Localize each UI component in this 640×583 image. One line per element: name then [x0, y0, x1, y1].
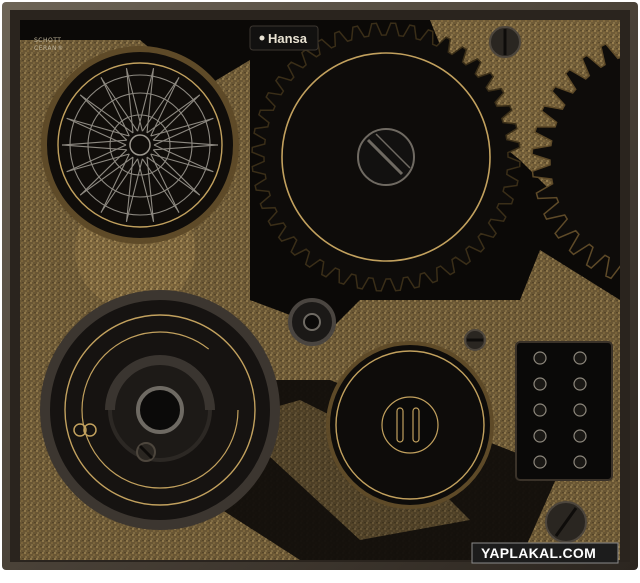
- cooktop-photo: Hansa SCHOTT CERAN® YAPLAKAL.COM: [2, 2, 638, 570]
- plus-icon[interactable]: [573, 429, 587, 443]
- settings-icon[interactable]: [573, 455, 587, 469]
- cooking-zone-front-right: [326, 341, 494, 509]
- watermark: YAPLAKAL.COM: [471, 542, 619, 564]
- zone-rear-right-icon[interactable]: [573, 377, 587, 391]
- timer-icon[interactable]: [573, 403, 587, 417]
- schott-ceran-logo: SCHOTT CERAN®: [34, 37, 64, 52]
- lock-icon[interactable]: [533, 403, 547, 417]
- power-icon[interactable]: [533, 455, 547, 469]
- brand-logo: Hansa: [268, 31, 308, 46]
- glass-maker-line2: CERAN®: [34, 45, 64, 52]
- zone-front-right-icon[interactable]: [533, 377, 547, 391]
- zone-front-left-icon[interactable]: [533, 351, 547, 365]
- watermark-text: YAPLAKAL.COM: [481, 545, 596, 561]
- control-panel: [515, 341, 613, 481]
- cooking-zone-rear-left: [41, 46, 239, 244]
- brand-badge: Hansa: [249, 25, 319, 51]
- minus-icon[interactable]: [533, 429, 547, 443]
- small-disc: [288, 298, 336, 346]
- cooking-zone-front-left: [40, 290, 280, 530]
- zone-rear-left-icon[interactable]: [573, 351, 587, 365]
- glass-maker-line1: SCHOTT: [34, 37, 61, 44]
